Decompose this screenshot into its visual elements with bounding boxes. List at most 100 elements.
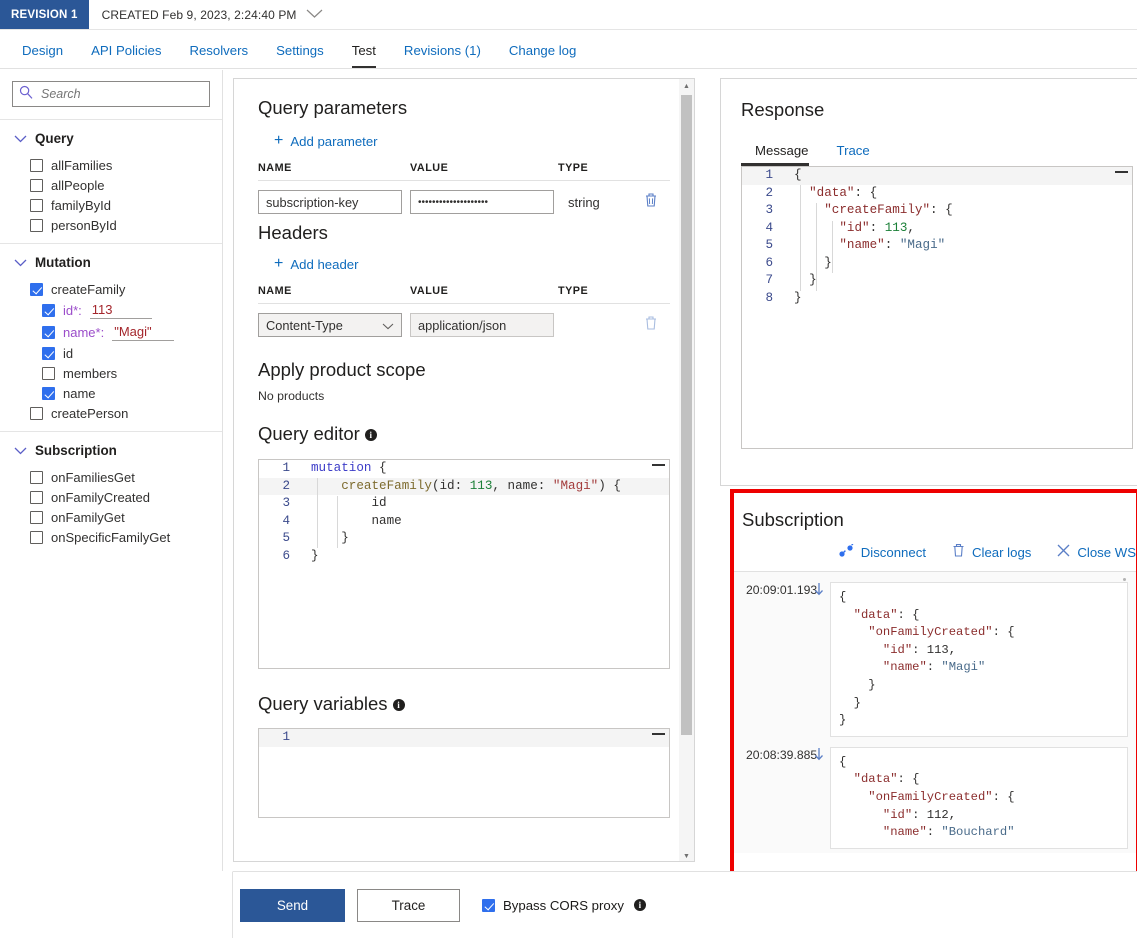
response-viewer[interactable]: 1{2 "data": {3 "createFamily": {4 "id": …: [741, 166, 1133, 449]
tab-resolvers[interactable]: Resolvers: [175, 43, 262, 68]
subscription-log-area[interactable]: 20:09:01.193 { "data": { "onFamilyCreated…: [734, 571, 1136, 853]
scroll-down-arrow[interactable]: ▼: [679, 849, 694, 861]
column-value: VALUE: [410, 285, 449, 297]
bypass-cors-checkbox[interactable]: [482, 898, 495, 912]
line-number: 3: [282, 496, 290, 510]
tab-trace[interactable]: Trace: [823, 143, 884, 166]
checkbox[interactable]: [30, 158, 43, 172]
query-editor[interactable]: 1 mutation {2 createFamily(id: 113, name:…: [258, 459, 670, 669]
checkbox[interactable]: [42, 346, 55, 360]
trace-button[interactable]: Trace: [357, 888, 460, 922]
code-text: createFamily(id: 113, name: "Magi") {: [341, 478, 621, 493]
sidebar-item-allfamilies[interactable]: allFamilies: [0, 155, 222, 175]
param-value-input[interactable]: ••••••••••••••••••••: [410, 190, 554, 214]
sidebar-item-onspecificfamilyget[interactable]: onSpecificFamilyGet: [0, 527, 222, 547]
checkbox[interactable]: [30, 490, 43, 504]
sidebar-item-createfamily[interactable]: createFamily: [0, 279, 222, 299]
sidebar-item-createperson[interactable]: createPerson: [0, 403, 222, 423]
checkbox[interactable]: [30, 198, 43, 212]
header-value-input[interactable]: application/json: [410, 313, 554, 337]
scroll-up-arrow[interactable]: ▲: [679, 79, 694, 93]
log-timestamp: 20:08:39.885: [734, 747, 830, 849]
checkbox[interactable]: [30, 470, 43, 484]
sidebar-item-onfamiliesget[interactable]: onFamiliesGet: [0, 467, 222, 487]
fold-icon[interactable]: [652, 733, 665, 735]
tab-change-log[interactable]: Change log: [495, 43, 590, 68]
column-name: NAME: [258, 285, 292, 297]
log-resize-handle[interactable]: [1123, 578, 1126, 581]
center-scrollbar[interactable]: ▲ ▼: [679, 79, 694, 861]
clear-logs-button[interactable]: Clear logs: [952, 543, 1031, 561]
code-line: 1{: [742, 167, 1132, 185]
arg-value-input[interactable]: 113: [89, 302, 152, 319]
param-name-cell: subscription-key: [258, 190, 410, 214]
sidebar-item-onfamilyget[interactable]: onFamilyGet: [0, 507, 222, 527]
add-header-button[interactable]: + Add header: [274, 256, 670, 272]
sidebar-field-id[interactable]: id: [0, 343, 222, 363]
sidebar-item-allpeople[interactable]: allPeople: [0, 175, 222, 195]
info-icon[interactable]: i: [392, 699, 405, 711]
sidebar-item-personbyid[interactable]: personById: [0, 215, 222, 235]
search-input[interactable]: [39, 86, 203, 102]
info-icon[interactable]: i: [364, 429, 377, 441]
checkbox[interactable]: [30, 530, 43, 544]
sidebar-group-mutation[interactable]: Mutation: [0, 244, 222, 279]
fold-icon[interactable]: [1115, 171, 1128, 173]
checkbox[interactable]: [42, 366, 55, 380]
tab-message[interactable]: Message: [741, 143, 823, 166]
query-editor-title: Query editor i: [258, 423, 670, 445]
indent-guide: [832, 221, 833, 273]
send-button[interactable]: Send: [240, 888, 345, 922]
sidebar-item-label: id: [63, 345, 74, 361]
checkbox[interactable]: [42, 303, 55, 317]
checkbox[interactable]: [30, 282, 43, 296]
param-name-input[interactable]: subscription-key: [258, 190, 402, 214]
tab-api-policies[interactable]: API Policies: [77, 43, 175, 68]
arg-value-input[interactable]: "Magi": [112, 324, 175, 341]
indent-guide: [800, 185, 801, 291]
disconnect-button[interactable]: Disconnect: [838, 543, 926, 561]
sidebar-arg-name[interactable]: name*: "Magi": [0, 321, 222, 343]
revision-created-label: CREATED Feb 9, 2023, 2:24:40 PM: [101, 7, 297, 22]
sidebar-field-name[interactable]: name: [0, 383, 222, 403]
subscription-log-entry: 20:09:01.193 { "data": { "onFamilyCreated…: [734, 572, 1136, 737]
checkbox[interactable]: [30, 406, 43, 420]
sidebar-item-familybyid[interactable]: familyById: [0, 195, 222, 215]
fold-icon[interactable]: [652, 464, 665, 466]
plug-disconnect-icon: [838, 543, 854, 561]
sidebar-item-onfamilycreated[interactable]: onFamilyCreated: [0, 487, 222, 507]
sidebar-group-query[interactable]: Query: [0, 120, 222, 155]
tab-design[interactable]: Design: [8, 43, 77, 68]
header-name-select[interactable]: Content-Type: [258, 313, 402, 337]
chevron-down-icon[interactable]: [306, 6, 323, 24]
checkbox[interactable]: [30, 510, 43, 524]
param-type-label: string: [568, 194, 600, 210]
sidebar-group-label: Mutation: [35, 255, 91, 270]
operations-sidebar: Query allFamilies allPeople familyById p…: [0, 70, 223, 938]
action-bar: Send Trace Bypass CORS proxy i: [233, 871, 1137, 938]
sidebar-arg-id[interactable]: id*: 113: [0, 299, 222, 321]
sidebar-group-subscription[interactable]: Subscription: [0, 432, 222, 467]
line-number: 5: [282, 531, 290, 545]
tab-settings[interactable]: Settings: [262, 43, 338, 68]
tab-test[interactable]: Test: [338, 43, 390, 68]
bypass-cors-row[interactable]: Bypass CORS proxy i: [482, 898, 646, 913]
delete-parameter-button[interactable]: [644, 192, 660, 213]
checkbox[interactable]: [30, 178, 43, 192]
code-text: "createFamily": {: [824, 203, 953, 217]
search-box[interactable]: [12, 81, 210, 107]
query-variables-editor[interactable]: 1: [258, 728, 670, 818]
delete-header-button[interactable]: [644, 315, 660, 336]
checkbox[interactable]: [30, 218, 43, 232]
query-parameters-table: NAME VALUE TYPE subscription-key •••••••…: [258, 162, 670, 214]
add-parameter-button[interactable]: + Add parameter: [274, 133, 670, 149]
checkbox[interactable]: [42, 386, 55, 400]
checkbox[interactable]: [42, 325, 55, 339]
column-value: VALUE: [410, 162, 449, 174]
line-number: 2: [282, 478, 290, 493]
sidebar-field-members[interactable]: members: [0, 363, 222, 383]
close-ws-button[interactable]: Close WS: [1057, 544, 1136, 560]
tab-revisions[interactable]: Revisions (1): [390, 43, 495, 68]
info-icon[interactable]: i: [633, 899, 646, 911]
scrollbar-thumb[interactable]: [681, 95, 692, 735]
